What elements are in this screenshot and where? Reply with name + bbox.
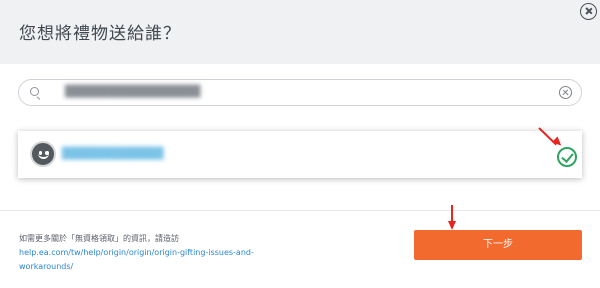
search-value: ████████████████ [65, 85, 201, 98]
friend-result-item[interactable]: ████████████ [18, 131, 582, 178]
clear-search-icon[interactable] [559, 86, 572, 99]
dialog-header: 您想將禮物送給誰？ [0, 0, 600, 64]
footer-divider [0, 210, 600, 211]
avatar [30, 141, 56, 167]
search-input[interactable]: ████████████████ [18, 79, 582, 106]
close-icon[interactable] [580, 3, 597, 20]
friend-username: ████████████ [62, 147, 164, 160]
dialog-title: 您想將禮物送給誰？ [19, 24, 181, 44]
ineligible-info: 如需更多關於「無資格領取」的資訊，請造訪 help.ea.com/tw/help… [19, 232, 289, 274]
help-link[interactable]: help.ea.com/tw/help/origin/origin/origin… [19, 246, 289, 274]
gift-recipient-dialog: 您想將禮物送給誰？ ████████████████ ████████████ … [0, 0, 600, 288]
next-button[interactable]: 下一步 [414, 230, 582, 260]
info-text: 如需更多關於「無資格領取」的資訊，請造訪 [19, 234, 179, 243]
annotation-arrowhead-next [448, 221, 456, 230]
search-icon [30, 87, 39, 96]
selected-check-icon[interactable] [557, 147, 577, 167]
